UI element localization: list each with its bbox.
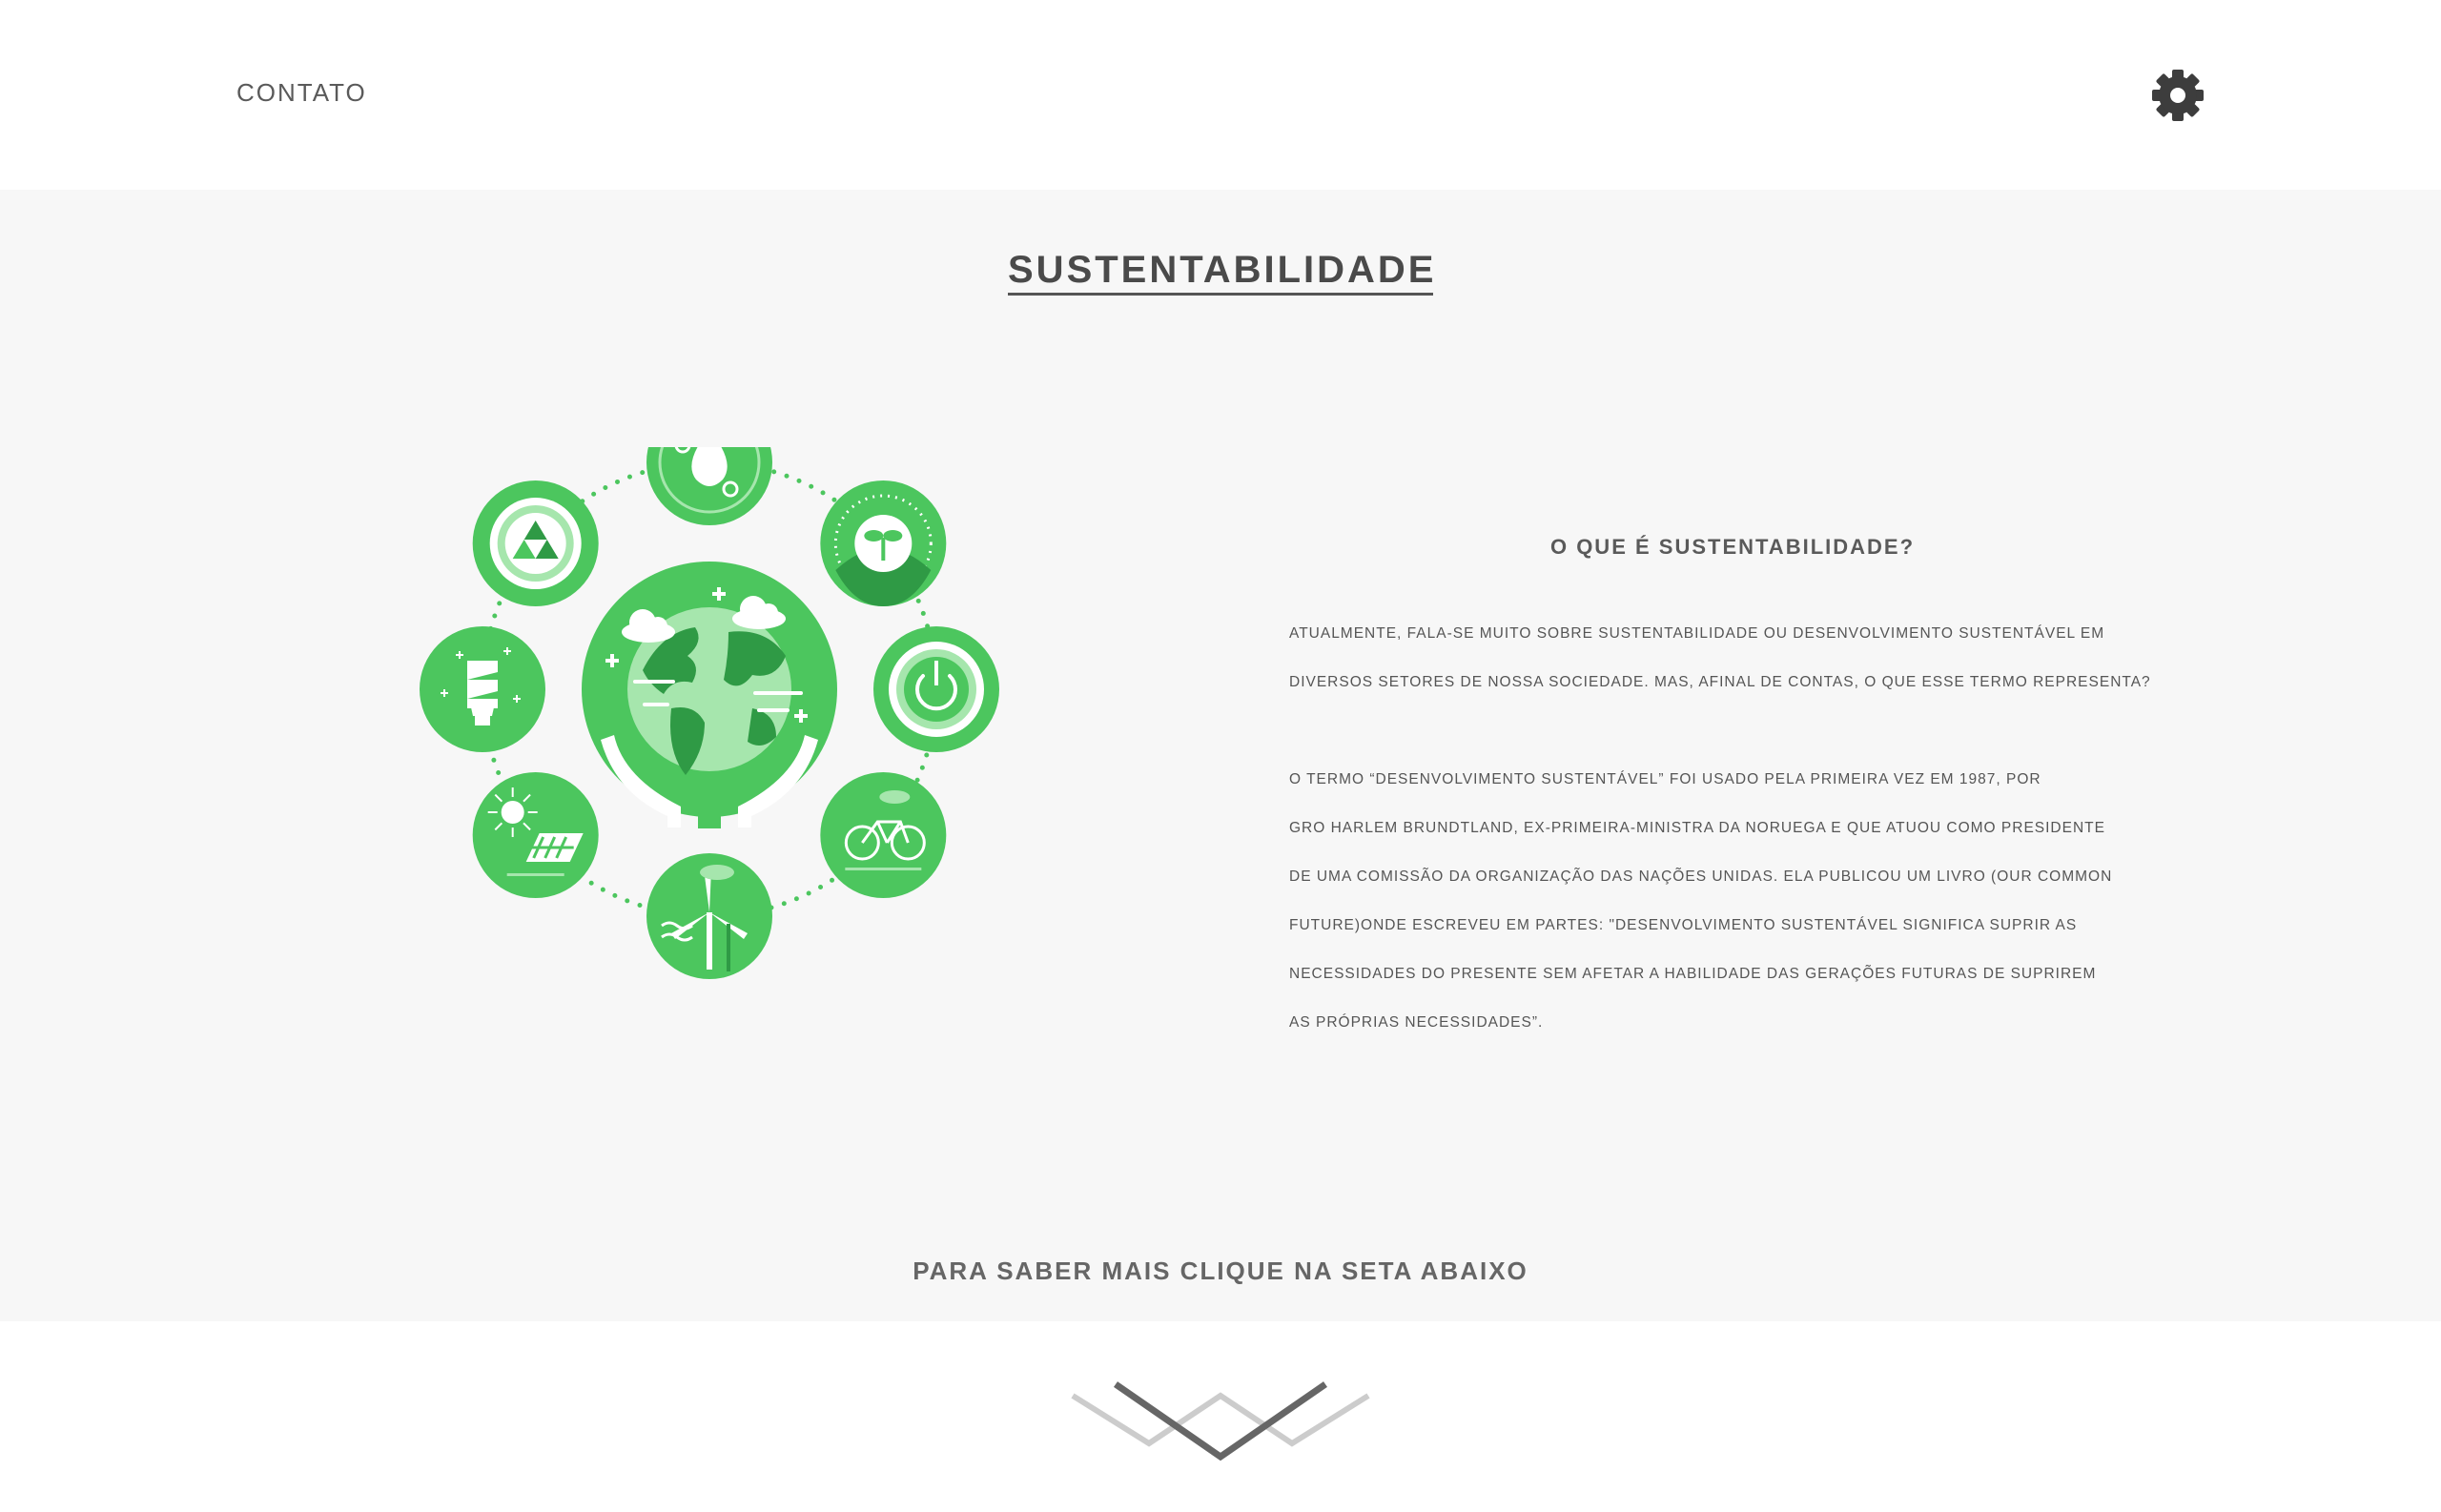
solar-panel-icon: [472, 771, 599, 898]
gear-icon[interactable]: [2149, 67, 2206, 124]
power-icon: [873, 626, 999, 752]
bicycle-icon: [820, 771, 947, 898]
paragraph-line: NECESSIDADES DO PRESENTE SEM AFETAR A HA…: [1289, 966, 2097, 982]
paragraph-line: GRO HARLEM BRUNDTLAND, EX-PRIMEIRA-MINIS…: [1289, 820, 2105, 836]
paragraph-definition: O TERMO “DESENVOLVIMENTO SUSTENTÁVEL” FO…: [1289, 755, 2205, 1047]
chevron-down-icon[interactable]: [1068, 1373, 1373, 1468]
paragraph-line: ATUALMENTE, FALA-SE MUITO SOBRE SUSTENTA…: [1289, 625, 2105, 642]
paragraph-line: O TERMO “DESENVOLVIMENTO SUSTENTÁVEL” FO…: [1289, 771, 2041, 787]
header: CONTATO: [0, 0, 2441, 190]
title-underline: [1008, 293, 1433, 296]
paragraph-line: DIVERSOS SETORES DE NOSSA SOCIEDADE. MAS…: [1289, 674, 2151, 690]
light-bulb-icon: [420, 626, 545, 752]
paragraph-line: FUTURE)ONDE ESCREVEU EM PARTES: "DESENVO…: [1289, 917, 2078, 933]
recycle-icon: [472, 480, 599, 607]
paragraph-line: DE UMA COMISSÃO DA ORGANIZAÇÃO DAS NAÇÕE…: [1289, 868, 2113, 885]
contact-link[interactable]: CONTATO: [236, 78, 367, 108]
sustainability-illustration: [400, 399, 1030, 1076]
main-section: SUSTENTABILIDADE O QUE É SUSTENTABILIDAD…: [0, 190, 2441, 1321]
sprout-icon: [820, 480, 947, 607]
wind-turbine-icon: [646, 853, 772, 979]
cta-text: PARA SABER MAIS CLIQUE NA SETA ABAIXO: [913, 1257, 1528, 1285]
page-title: SUSTENTABILIDADE: [1008, 249, 1437, 291]
globe-hands-icon: [582, 562, 837, 828]
water-drop-icon: [646, 399, 772, 525]
section-heading: O QUE É SUSTENTABILIDADE?: [1549, 535, 1916, 559]
paragraph-intro: ATUALMENTE, FALA-SE MUITO SOBRE SUSTENTA…: [1289, 609, 2205, 706]
paragraph-line: AS PRÓPRIAS NECESSIDADES”.: [1289, 1014, 1544, 1031]
